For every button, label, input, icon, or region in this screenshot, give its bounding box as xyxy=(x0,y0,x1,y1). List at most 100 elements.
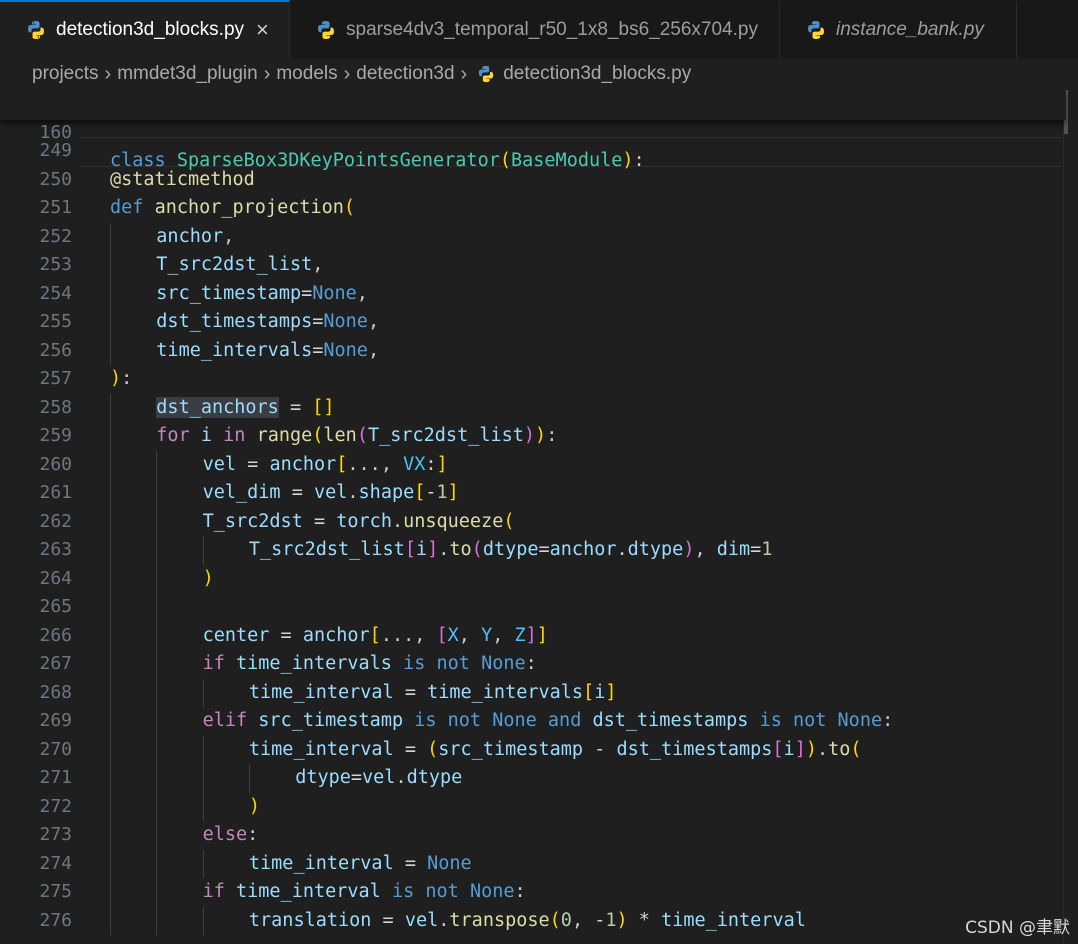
code-token: not xyxy=(436,653,470,674)
tab-sparse4dv3-config[interactable]: sparse4dv3_temporal_r50_1x8_bs6_256x704.… xyxy=(290,2,780,58)
code-line[interactable]: 252 anchor, xyxy=(0,223,1078,252)
code-text: time_interval = (src_timestamp - dst_tim… xyxy=(249,736,862,765)
code-line[interactable]: 274 time_interval = None xyxy=(0,850,1078,879)
code-token: vel xyxy=(362,767,396,788)
code-token: = xyxy=(278,396,313,418)
vertical-scrollbar[interactable] xyxy=(1063,90,1078,944)
code-text: T_src2dst_list[i].to(dtype=anchor.dtype)… xyxy=(249,536,773,565)
code-token: ..., xyxy=(380,624,437,646)
code-token: def xyxy=(110,197,144,218)
code-token: None xyxy=(492,710,537,731)
code-text: time_intervals=None, xyxy=(156,337,379,366)
code-token: i xyxy=(415,539,428,560)
tab-label: detection3d_blocks.py xyxy=(56,19,245,40)
code-token: None xyxy=(323,339,368,361)
close-icon[interactable]: × xyxy=(256,17,269,43)
tab-label: instance_bank.py xyxy=(836,19,984,40)
code-line[interactable]: 260 vel = anchor[..., VX:] xyxy=(0,451,1078,480)
code-line[interactable]: 270 time_interval = (src_timestamp - dst_… xyxy=(0,736,1078,765)
line-number: 276 xyxy=(39,909,72,931)
breadcrumb-models[interactable]: models xyxy=(276,63,337,85)
code-token: and xyxy=(547,710,582,731)
code-token: T_src2dst_list xyxy=(156,254,313,275)
code-token: - xyxy=(425,482,437,503)
code-token: if xyxy=(202,653,225,674)
line-number: 273 xyxy=(39,824,72,845)
chevron-right-icon: › xyxy=(104,62,112,85)
code-token: ) xyxy=(535,425,547,446)
code-line[interactable]: 276 translation = vel.transpose(0, -1) * … xyxy=(0,907,1078,936)
code-token: Y xyxy=(481,624,493,646)
code-token: anchor_projection xyxy=(154,197,344,218)
breadcrumb: projects › mmdet3d_plugin › models › det… xyxy=(32,58,1078,90)
code-text: elif src_timestamp is not None and dst_t… xyxy=(203,707,894,736)
breadcrumb-detection3d[interactable]: detection3d xyxy=(356,63,454,85)
code-line[interactable]: 265 xyxy=(0,593,1078,622)
code-line[interactable]: 258 dst_anchors = [] xyxy=(0,394,1078,423)
code-editor[interactable]: 249 250 @staticmethod 251 def anchor_project… xyxy=(0,90,1078,944)
code-token: . xyxy=(616,539,628,560)
code-text: translation = vel.transpose(0, -1) * tim… xyxy=(249,907,806,936)
code-line[interactable]: 268 time_interval = time_intervals[i] xyxy=(0,679,1078,708)
line-number: 261 xyxy=(39,482,72,503)
code-line[interactable]: 275 if time_interval is not None: xyxy=(0,878,1078,907)
code-line[interactable]: 256 time_intervals=None, xyxy=(0,337,1078,366)
code-line[interactable]: 259 for i in range(len(T_src2dst_list)): xyxy=(0,422,1078,451)
code-token: , xyxy=(458,624,482,646)
code-token: src_timestamp xyxy=(258,710,404,731)
watermark: CSDN @聿默 xyxy=(965,918,1070,938)
code-line[interactable]: 254 src_timestamp=None, xyxy=(0,280,1078,309)
code-line[interactable]: 264) xyxy=(0,565,1078,594)
code-token: , xyxy=(223,225,235,247)
code-token: time_intervals xyxy=(427,681,584,703)
code-token: [ xyxy=(583,681,595,703)
code-line[interactable]: 266 center = anchor[..., [X, Y, Z]] xyxy=(0,622,1078,651)
code-line[interactable]: 263 T_src2dst_list[i].to(dtype=anchor.dty… xyxy=(0,536,1078,565)
code-text: if time_interval is not None: xyxy=(203,878,526,907)
code-token: transpose xyxy=(449,909,550,931)
code-line[interactable]: 255 dst_timestamps=None, xyxy=(0,308,1078,337)
line-number: 266 xyxy=(39,624,72,646)
code-text: anchor, xyxy=(156,223,234,252)
breadcrumb-projects[interactable]: projects xyxy=(32,63,99,85)
code-line[interactable]: 253 T_src2dst_list, xyxy=(0,251,1078,280)
code-token: = xyxy=(280,482,314,503)
sticky-scroll-header[interactable]: 160 class SparseBox3DKeyPointsGenerator(… xyxy=(0,90,1066,171)
code-token: class xyxy=(110,150,166,171)
code-token: ] xyxy=(536,624,548,646)
code-line[interactable]: 261 vel_dim = vel.shape[-1] xyxy=(0,479,1078,508)
sticky-line[interactable]: 160 class SparseBox3DKeyPointsGenerator(… xyxy=(0,90,1078,172)
code-line[interactable]: 257): xyxy=(0,365,1078,394)
tab-detection3d-blocks[interactable]: detection3d_blocks.py × xyxy=(0,0,290,58)
code-line[interactable]: 251 def anchor_projection( xyxy=(0,194,1078,223)
code-line[interactable]: 272) xyxy=(0,793,1078,822)
code-line[interactable]: 273 else: xyxy=(0,821,1078,850)
code-line[interactable]: 262 T_src2dst = torch.unsqueeze( xyxy=(0,508,1078,537)
code-token: is xyxy=(391,881,415,902)
code-token: i xyxy=(200,425,212,446)
code-token: = xyxy=(350,767,363,788)
code-token: dtype xyxy=(627,539,684,560)
tab-instance-bank[interactable]: instance_bank.py xyxy=(780,2,1017,58)
code-line[interactable]: 269 elif src_timestamp is not None and ds… xyxy=(0,707,1078,736)
breadcrumb-mmdet3d-plugin[interactable]: mmdet3d_plugin xyxy=(117,63,257,85)
code-line[interactable]: 267 if time_intervals is not None: xyxy=(0,650,1078,679)
code-token: , xyxy=(694,539,717,560)
breadcrumb-file[interactable]: detection3d_blocks.py xyxy=(503,63,691,85)
code-token: dtype xyxy=(482,539,539,560)
code-token: : xyxy=(425,453,437,475)
code-token: - xyxy=(583,738,617,760)
code-text: center = anchor[..., [X, Y, Z]] xyxy=(203,622,548,651)
code-token: ) xyxy=(805,738,817,760)
code-token: None xyxy=(323,311,368,332)
code-line[interactable]: 271 dtype=vel.dtype xyxy=(0,764,1078,793)
code-token: , xyxy=(492,624,515,646)
code-text: for i in range(len(T_src2dst_list)): xyxy=(156,422,557,451)
code-text: dst_anchors = [] xyxy=(156,394,335,423)
code-token: time_interval xyxy=(236,881,381,902)
